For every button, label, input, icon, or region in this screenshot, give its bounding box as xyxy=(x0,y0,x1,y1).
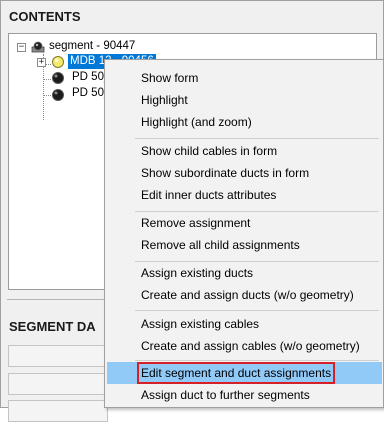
contents-section-title: CONTENTS xyxy=(9,9,81,24)
highlight-outline xyxy=(137,362,335,384)
menu-item-edit-inner-ducts[interactable]: Edit inner ducts attributes xyxy=(107,184,382,206)
menu-item-remove-assignment[interactable]: Remove assignment xyxy=(107,212,382,234)
segment-data-field[interactable] xyxy=(8,373,108,395)
menu-item-assign-existing-cables[interactable]: Assign existing cables xyxy=(107,313,382,335)
tree-connector-line xyxy=(43,79,51,80)
segment-data-field[interactable] xyxy=(8,400,108,422)
menu-item-show-form[interactable]: Show form xyxy=(107,67,382,89)
tree-connector-line xyxy=(43,95,51,96)
context-menu: Show form Highlight Highlight (and zoom)… xyxy=(104,59,384,408)
collapse-toggle[interactable]: − xyxy=(17,43,26,52)
menu-separator xyxy=(135,360,379,361)
menu-item-remove-all-child-assignments[interactable]: Remove all child assignments xyxy=(107,234,382,256)
black-circle-icon xyxy=(52,89,64,101)
segment-data-section-title: SEGMENT DA xyxy=(9,319,96,334)
tree-root-label[interactable]: segment - 90447 xyxy=(47,39,137,54)
menu-item-create-assign-cables[interactable]: Create and assign cables (w/o geometry) xyxy=(107,335,382,357)
menu-item-highlight[interactable]: Highlight xyxy=(107,89,382,111)
yellow-circle-icon xyxy=(52,56,64,68)
segment-data-field[interactable] xyxy=(8,345,108,367)
menu-item-highlight-zoom[interactable]: Highlight (and zoom) xyxy=(107,111,382,133)
menu-item-assign-duct-further-segments[interactable]: Assign duct to further segments xyxy=(107,384,382,406)
menu-item-show-subordinate-ducts[interactable]: Show subordinate ducts in form xyxy=(107,162,382,184)
menu-item-assign-existing-ducts[interactable]: Assign existing ducts xyxy=(107,262,382,284)
menu-item-edit-segment-duct-assignments[interactable]: Edit segment and duct assignments xyxy=(107,362,382,384)
black-circle-icon xyxy=(52,72,64,84)
menu-item-show-child-cables[interactable]: Show child cables in form xyxy=(107,140,382,162)
menu-item-create-assign-ducts[interactable]: Create and assign ducts (w/o geometry) xyxy=(107,284,382,306)
expand-toggle[interactable]: + xyxy=(37,58,46,67)
segment-icon xyxy=(31,41,45,53)
menu-separator xyxy=(135,310,379,311)
menu-separator xyxy=(135,138,379,139)
